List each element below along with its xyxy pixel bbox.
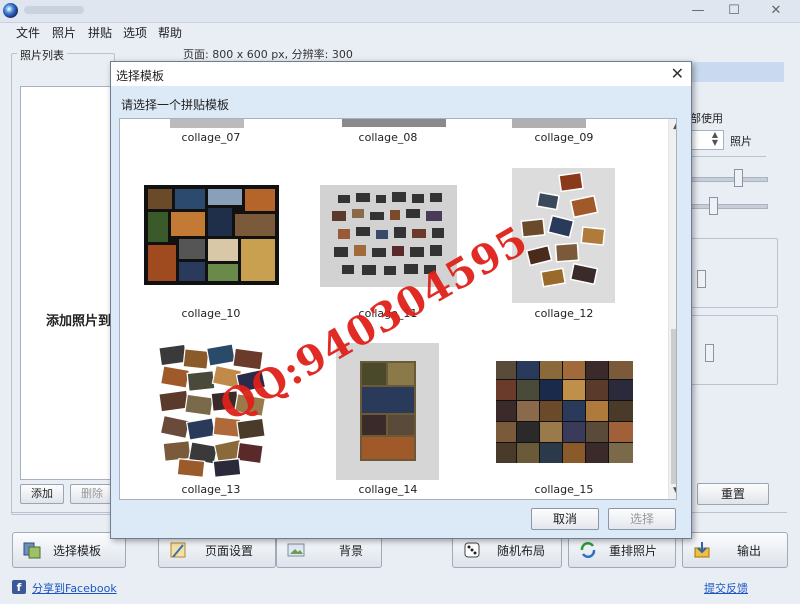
spinner-arrows-icon[interactable]: ▲ ▼ — [710, 131, 720, 147]
dialog-prompt: 请选择一个拼贴模板 — [121, 98, 230, 112]
template-label-13: collage_13 — [181, 483, 241, 496]
menu-options[interactable]: 选项 — [123, 24, 147, 41]
template-label-10: collage_10 — [181, 307, 241, 320]
add-photo-hint: 添加照片到 — [46, 314, 112, 329]
select-template-label: 选择模板 — [53, 543, 102, 558]
title-bar — [0, 0, 800, 23]
slider-thumb-2[interactable] — [709, 197, 718, 215]
dice-icon — [461, 539, 483, 561]
scroll-up-icon[interactable]: ▲ — [669, 119, 676, 134]
template-label-08: collage_08 — [358, 131, 418, 144]
share-facebook-link[interactable]: 分享到Facebook — [32, 580, 117, 596]
reset-button[interactable]: 重置 — [697, 483, 769, 505]
dialog-title: 选择模板 — [116, 69, 165, 83]
output-button[interactable]: 输出 — [682, 532, 788, 568]
photo-label: 照片 — [730, 135, 752, 148]
separator — [690, 156, 766, 157]
refresh-icon — [577, 539, 599, 561]
menu-bar: 文件 照片 拼贴 选项 帮助 — [0, 23, 800, 41]
slider-thumb-1[interactable] — [734, 169, 743, 187]
template-label-15: collage_15 — [534, 483, 594, 496]
template-label-12: collage_12 — [534, 307, 594, 320]
template-list-scrollbar[interactable]: ▲ ▼ — [668, 119, 676, 499]
template-thumb-08[interactable] — [342, 119, 446, 127]
add-photo-button[interactable]: 添加 — [20, 484, 64, 504]
background-icon — [285, 539, 307, 561]
maximize-button[interactable]: ☐ — [722, 2, 746, 20]
close-window-button[interactable]: ✕ — [764, 2, 788, 20]
window-title-blurred — [24, 6, 84, 14]
app-icon — [3, 3, 18, 18]
dialog-close-icon[interactable]: ✕ — [671, 64, 684, 83]
output-icon — [691, 539, 713, 561]
use-label: 部使用 — [690, 112, 723, 125]
template-label-14: collage_14 — [358, 483, 418, 496]
slider-track-2 — [690, 204, 768, 209]
page-setup-icon — [167, 539, 189, 561]
template-label-07: collage_07 — [181, 131, 241, 144]
output-label: 输出 — [737, 543, 762, 558]
rearrange-photos-label: 重排照片 — [609, 543, 658, 558]
page-info: 页面: 800 x 600 px, 分辨率: 300 — [183, 48, 353, 61]
dialog-select-button[interactable]: 选择 — [608, 508, 676, 530]
random-layout-label: 随机布局 — [497, 543, 546, 558]
minimize-button[interactable]: — — [686, 2, 710, 20]
dialog-title-bar: 选择模板 ✕ — [111, 62, 691, 86]
background-label: 背景 — [339, 543, 364, 558]
template-thumb-09[interactable] — [512, 119, 586, 128]
select-template-button[interactable]: 选择模板 — [12, 532, 126, 568]
photo-list[interactable] — [20, 86, 115, 480]
menu-collage[interactable]: 拼贴 — [88, 24, 112, 41]
delete-photo-button[interactable]: 删除 — [70, 484, 114, 504]
scroll-down-icon[interactable]: ▼ — [669, 484, 676, 499]
photo-list-label: 照片列表 — [17, 47, 67, 63]
slider-thumb-3[interactable] — [697, 270, 706, 288]
slider-track-1 — [690, 177, 768, 182]
template-thumb-10[interactable] — [144, 185, 279, 285]
facebook-icon: f — [12, 580, 26, 594]
template-thumb-07[interactable] — [170, 119, 244, 128]
template-icon — [21, 539, 43, 561]
page-setup-label: 页面设置 — [205, 543, 254, 558]
menu-file[interactable]: 文件 — [16, 24, 40, 41]
scroll-thumb[interactable] — [671, 329, 676, 484]
template-label-09: collage_09 — [534, 131, 594, 144]
menu-photo[interactable]: 照片 — [52, 24, 76, 41]
right-panel-header — [678, 62, 784, 82]
feedback-link[interactable]: 提交反馈 — [704, 580, 748, 596]
template-thumb-15[interactable] — [496, 361, 633, 463]
template-thumb-12[interactable] — [512, 168, 615, 303]
slider-thumb-4[interactable] — [705, 344, 714, 362]
dialog-cancel-button[interactable]: 取消 — [531, 508, 599, 530]
menu-help[interactable]: 帮助 — [158, 24, 182, 41]
